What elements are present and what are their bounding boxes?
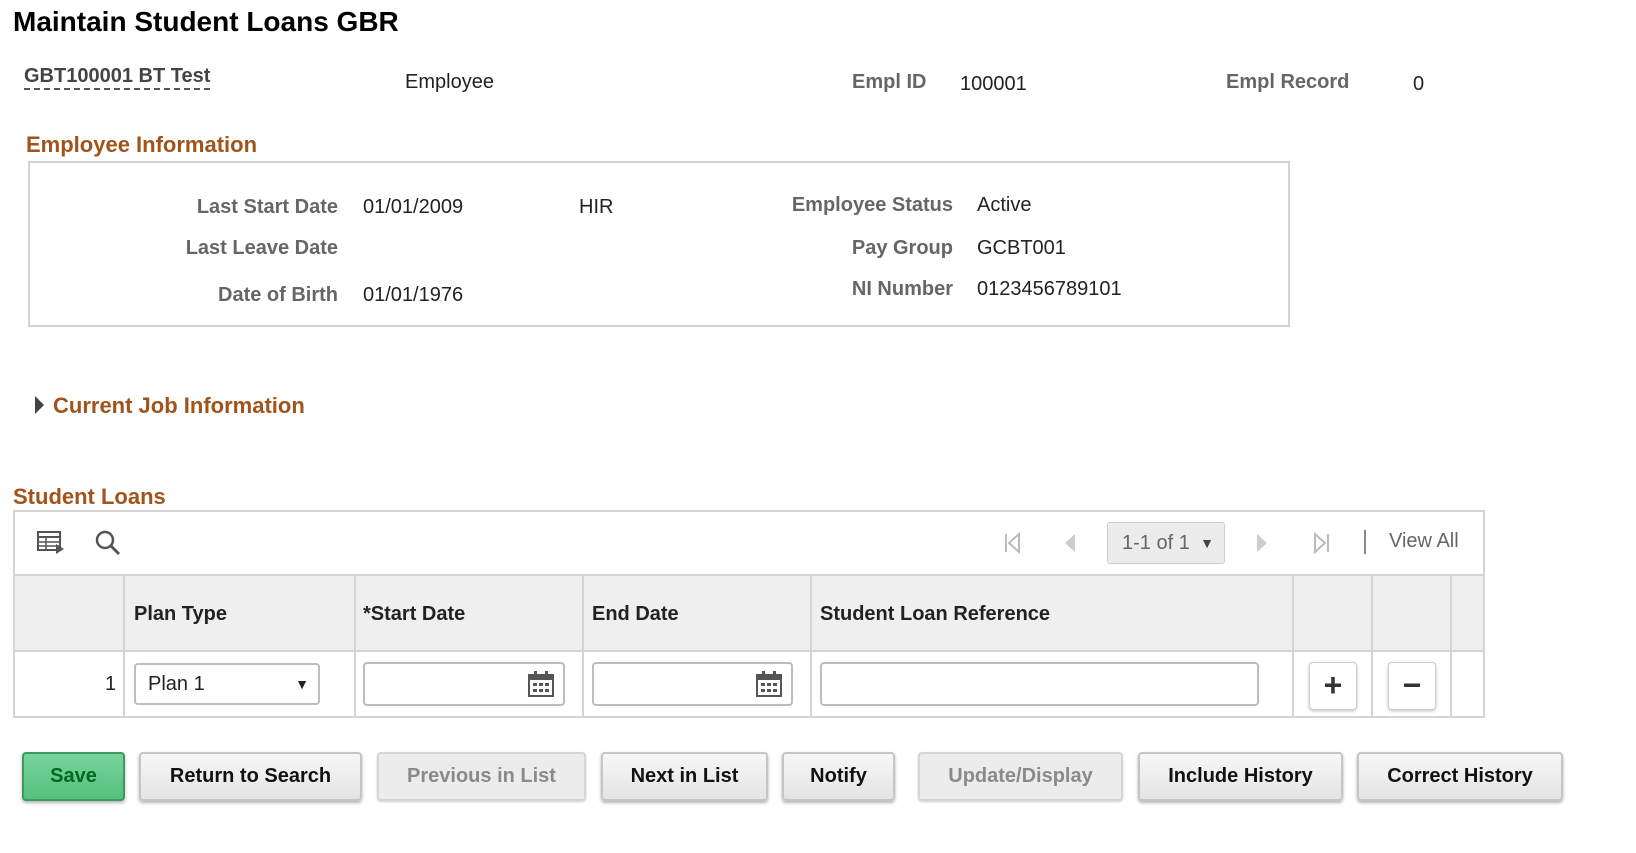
- chevron-down-icon: ▼: [1200, 535, 1214, 551]
- employee-name[interactable]: GBT100001 BT Test: [24, 65, 211, 90]
- last-start-date-value: 01/01/2009: [363, 196, 464, 218]
- col-header-start-date: *Start Date: [363, 603, 466, 625]
- pager-range-text: 1-1 of 1: [1122, 532, 1190, 554]
- grid-header-row: [15, 576, 1483, 652]
- column-divider: [582, 576, 584, 716]
- include-history-button[interactable]: Include History: [1138, 752, 1343, 801]
- last-start-action: HIR: [579, 196, 614, 218]
- empl-record-label: Empl Record: [1226, 71, 1350, 93]
- plus-icon: +: [1323, 667, 1343, 703]
- expand-triangle-icon[interactable]: [35, 396, 44, 414]
- page-title: Maintain Student Loans GBR: [13, 6, 399, 37]
- col-header-end-date: End Date: [592, 603, 679, 625]
- empl-record-value: 0: [1413, 73, 1425, 95]
- column-divider: [354, 576, 356, 716]
- update-display-button[interactable]: Update/Display: [918, 752, 1123, 801]
- employee-type: Employee: [405, 71, 494, 93]
- next-in-list-button[interactable]: Next in List: [601, 752, 768, 801]
- personalize-grid-icon[interactable]: [37, 530, 65, 556]
- calendar-icon[interactable]: [527, 670, 555, 698]
- last-start-date-label: Last Start Date: [196, 196, 338, 218]
- minus-icon: −: [1402, 667, 1422, 703]
- add-row-button[interactable]: +: [1309, 662, 1357, 710]
- ni-number-value: 0123456789101: [977, 278, 1122, 300]
- column-divider: [810, 576, 812, 716]
- empl-id-label: Empl ID: [852, 71, 927, 93]
- grid-toolbar: 1-1 of 1 ▼ View All: [15, 512, 1483, 576]
- plan-type-select[interactable]: Plan 1 ▼: [134, 663, 320, 705]
- pager-range-dropdown[interactable]: 1-1 of 1 ▼: [1107, 522, 1225, 564]
- employee-status-label: Employee Status: [791, 194, 953, 216]
- ni-number-label: NI Number: [851, 278, 953, 300]
- dob-label: Date of Birth: [218, 284, 338, 306]
- col-header-plan-type: Plan Type: [134, 603, 227, 625]
- column-divider: [1371, 576, 1373, 716]
- first-page-icon[interactable]: [1003, 532, 1021, 554]
- row-number: 1: [105, 673, 117, 695]
- previous-page-icon[interactable]: [1063, 532, 1077, 554]
- pay-group-value: GCBT001: [977, 237, 1066, 259]
- student-loans-grid: 1-1 of 1 ▼ View All Plan Type *Start Dat…: [13, 510, 1485, 718]
- pay-group-label: Pay Group: [851, 237, 953, 259]
- previous-in-list-button[interactable]: Previous in List: [377, 752, 586, 801]
- column-divider: [123, 576, 125, 716]
- last-leave-date-label: Last Leave Date: [185, 237, 338, 259]
- pager-divider: [1364, 530, 1366, 554]
- current-job-info-toggle[interactable]: Current Job Information: [53, 393, 305, 419]
- last-page-icon[interactable]: [1313, 532, 1331, 554]
- dob-value: 01/01/1976: [363, 284, 464, 306]
- return-to-search-button[interactable]: Return to Search: [139, 752, 362, 801]
- save-button[interactable]: Save: [22, 752, 125, 801]
- end-date-field[interactable]: [592, 662, 793, 706]
- col-header-student-loan-reference: Student Loan Reference: [820, 603, 1051, 625]
- delete-row-button[interactable]: −: [1388, 662, 1436, 710]
- notify-button[interactable]: Notify: [782, 752, 895, 801]
- empl-id-value: 100001: [960, 73, 1027, 95]
- next-page-icon[interactable]: [1255, 532, 1269, 554]
- employee-info-title: Employee Information: [26, 132, 258, 157]
- chevron-down-icon: ▼: [295, 676, 309, 692]
- search-icon[interactable]: [95, 530, 121, 556]
- view-all-link[interactable]: View All: [1389, 530, 1459, 553]
- student-loans-title: Student Loans: [13, 484, 166, 509]
- start-date-field[interactable]: [363, 662, 565, 706]
- column-divider: [1292, 576, 1294, 716]
- correct-history-button[interactable]: Correct History: [1357, 752, 1563, 801]
- student-loan-reference-input[interactable]: [820, 662, 1259, 706]
- calendar-icon[interactable]: [755, 670, 783, 698]
- employee-status-value: Active: [977, 194, 1032, 216]
- plan-type-value: Plan 1: [148, 673, 205, 695]
- column-divider: [1450, 576, 1452, 716]
